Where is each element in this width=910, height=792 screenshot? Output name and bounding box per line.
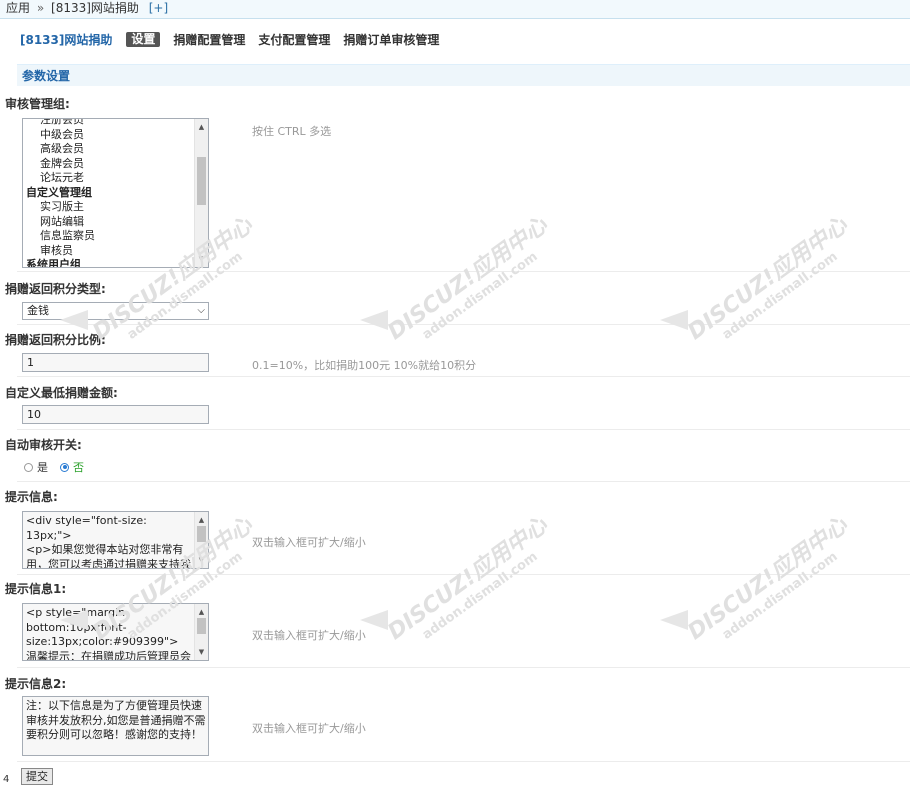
auto-review-radio-group: 是 否 — [24, 459, 96, 475]
prompt1-textarea-text: <p style="margin- bottom:10px;font- size… — [26, 606, 191, 661]
watermark-main: DISCUZ!应用中心 — [683, 513, 853, 646]
submit-button[interactable]: 提交 — [21, 768, 53, 785]
credit-ratio-tip: 0.1=10%，比如捐助100元 10%就给10积分 — [252, 359, 477, 372]
prompt2-textarea[interactable]: 注：以下信息是为了方便管理员快速审核并发放积分,如您是普通捐赠不需要积分则可以忽… — [22, 696, 209, 756]
list-option[interactable]: 网站编辑 — [23, 215, 193, 230]
tab-order-review[interactable]: 捐赠订单审核管理 — [343, 31, 439, 48]
scroll-down-icon[interactable]: ▼ — [195, 253, 208, 265]
prompt-tip: 双击输入框可扩大/缩小 — [252, 536, 366, 549]
radio-yes-label[interactable]: 是 — [37, 459, 48, 475]
scroll-up-icon[interactable]: ▲ — [195, 514, 208, 526]
watermark-main: DISCUZ!应用中心 — [383, 513, 553, 646]
prompt1-textarea[interactable]: <p style="margin- bottom:10px;font- size… — [22, 603, 209, 661]
credit-ratio-label: 捐赠返回积分比例: — [5, 333, 106, 347]
prompt-textarea[interactable]: <div style="font-size: 13px;"> <p>如果您觉得本… — [22, 511, 209, 569]
list-option[interactable]: 中级会员 — [23, 128, 193, 143]
review-group-label: 审核管理组: — [5, 97, 70, 111]
divider — [17, 667, 910, 668]
credit-ratio-input[interactable]: 1 — [22, 353, 209, 372]
auto-review-label: 自动审核开关: — [5, 438, 82, 452]
watermark: DISCUZ!应用中心 addon.dismall.com — [680, 508, 862, 658]
list-option[interactable]: 实习版主 — [23, 200, 193, 215]
list-option[interactable]: 论坛元老 — [23, 171, 193, 186]
list-option[interactable]: 审核员 — [23, 244, 193, 259]
list-option[interactable]: 信息监察员 — [23, 229, 193, 244]
scroll-up-icon[interactable]: ▲ — [195, 121, 208, 133]
watermark-sub: addon.dismall.com — [419, 549, 541, 643]
list-option[interactable]: 注册会员 — [23, 119, 193, 128]
watermark-sub: addon.dismall.com — [419, 249, 541, 343]
list-option-group: 自定义管理组 — [26, 185, 92, 199]
radio-yes[interactable] — [24, 462, 33, 472]
textarea-scrollbar[interactable]: ▲ ▼ — [194, 604, 208, 660]
credit-type-select[interactable]: 金钱 ⌵ — [22, 302, 209, 320]
watermark: DISCUZ!应用中心 addon.dismall.com — [380, 208, 562, 358]
scroll-thumb[interactable] — [197, 526, 206, 542]
prompt2-label: 提示信息2: — [5, 677, 67, 691]
prompt-label: 提示信息: — [5, 490, 58, 504]
listbox-scrollbar[interactable]: ▲ ▼ — [194, 119, 208, 267]
list-option[interactable]: 高级会员 — [23, 142, 193, 157]
watermark-main: DISCUZ!应用中心 — [383, 213, 553, 346]
plugin-title: [8133]网站捐助 — [20, 32, 113, 47]
breadcrumb: 应用 » [8133]网站捐助 [+] — [0, 0, 910, 19]
divider — [17, 761, 910, 762]
watermark-logo-icon — [660, 310, 688, 330]
page-number: 4 — [3, 774, 10, 785]
credit-type-value: 金钱 — [27, 304, 49, 317]
watermark: DISCUZ!应用中心 addon.dismall.com — [680, 208, 862, 358]
scroll-up-icon[interactable]: ▲ — [195, 606, 208, 618]
watermark: DISCUZ!应用中心 addon.dismall.com — [380, 508, 562, 658]
scroll-down-icon[interactable]: ▼ — [195, 646, 208, 658]
section-title: 参数设置 — [17, 64, 910, 86]
textarea-scrollbar[interactable]: ▲ ▼ — [194, 512, 208, 568]
breadcrumb-add-link[interactable]: [+] — [149, 1, 168, 15]
watermark-main: DISCUZ!应用中心 — [683, 213, 853, 346]
divider — [17, 429, 910, 430]
radio-no-label[interactable]: 否 — [73, 459, 84, 475]
tab-donation-config[interactable]: 捐赠配置管理 — [173, 31, 245, 48]
credit-type-label: 捐赠返回积分类型: — [5, 282, 106, 296]
list-option[interactable]: 金牌会员 — [23, 157, 193, 172]
list-option-group: 系统用户组 — [26, 258, 81, 268]
plugin-nav: [8133]网站捐助 设置 捐赠配置管理 支付配置管理 捐赠订单审核管理 — [20, 30, 452, 48]
prompt-textarea-text: <div style="font-size: 13px;"> <p>如果您觉得本… — [26, 514, 191, 569]
watermark-sub: addon.dismall.com — [719, 549, 841, 643]
prompt2-tip: 双击输入框可扩大/缩小 — [252, 722, 366, 735]
min-amount-input[interactable]: 10 — [22, 405, 209, 424]
watermark-logo-icon — [660, 610, 688, 630]
prompt2-textarea-text: 注：以下信息是为了方便管理员快速审核并发放积分,如您是普通捐赠不需要积分则可以忽… — [26, 699, 206, 741]
scroll-down-icon[interactable]: ▼ — [195, 554, 208, 566]
tab-payment-config[interactable]: 支付配置管理 — [258, 31, 330, 48]
breadcrumb-separator: » — [36, 1, 45, 15]
min-amount-label: 自定义最低捐赠金额: — [5, 386, 118, 400]
tab-settings[interactable]: 设置 — [126, 31, 161, 47]
divider — [17, 324, 910, 325]
divider — [17, 376, 910, 377]
breadcrumb-app[interactable]: 应用 — [6, 1, 30, 15]
prompt1-label: 提示信息1: — [5, 582, 67, 596]
divider — [17, 271, 910, 272]
divider — [17, 574, 910, 575]
scroll-thumb[interactable] — [197, 618, 206, 634]
radio-no[interactable] — [60, 462, 69, 472]
review-group-listbox[interactable]: 注册会员 中级会员 高级会员 金牌会员 论坛元老 自定义管理组 实习版主 网站编… — [22, 118, 209, 268]
watermark-logo-icon — [360, 310, 388, 330]
divider — [17, 481, 910, 482]
breadcrumb-plugin: [8133]网站捐助 — [51, 1, 139, 15]
chevron-down-icon: ⌵ — [197, 305, 205, 316]
prompt1-tip: 双击输入框可扩大/缩小 — [252, 629, 366, 642]
watermark-sub: addon.dismall.com — [719, 249, 841, 343]
review-group-tip: 按住 CTRL 多选 — [252, 125, 332, 138]
scroll-thumb[interactable] — [197, 157, 206, 205]
